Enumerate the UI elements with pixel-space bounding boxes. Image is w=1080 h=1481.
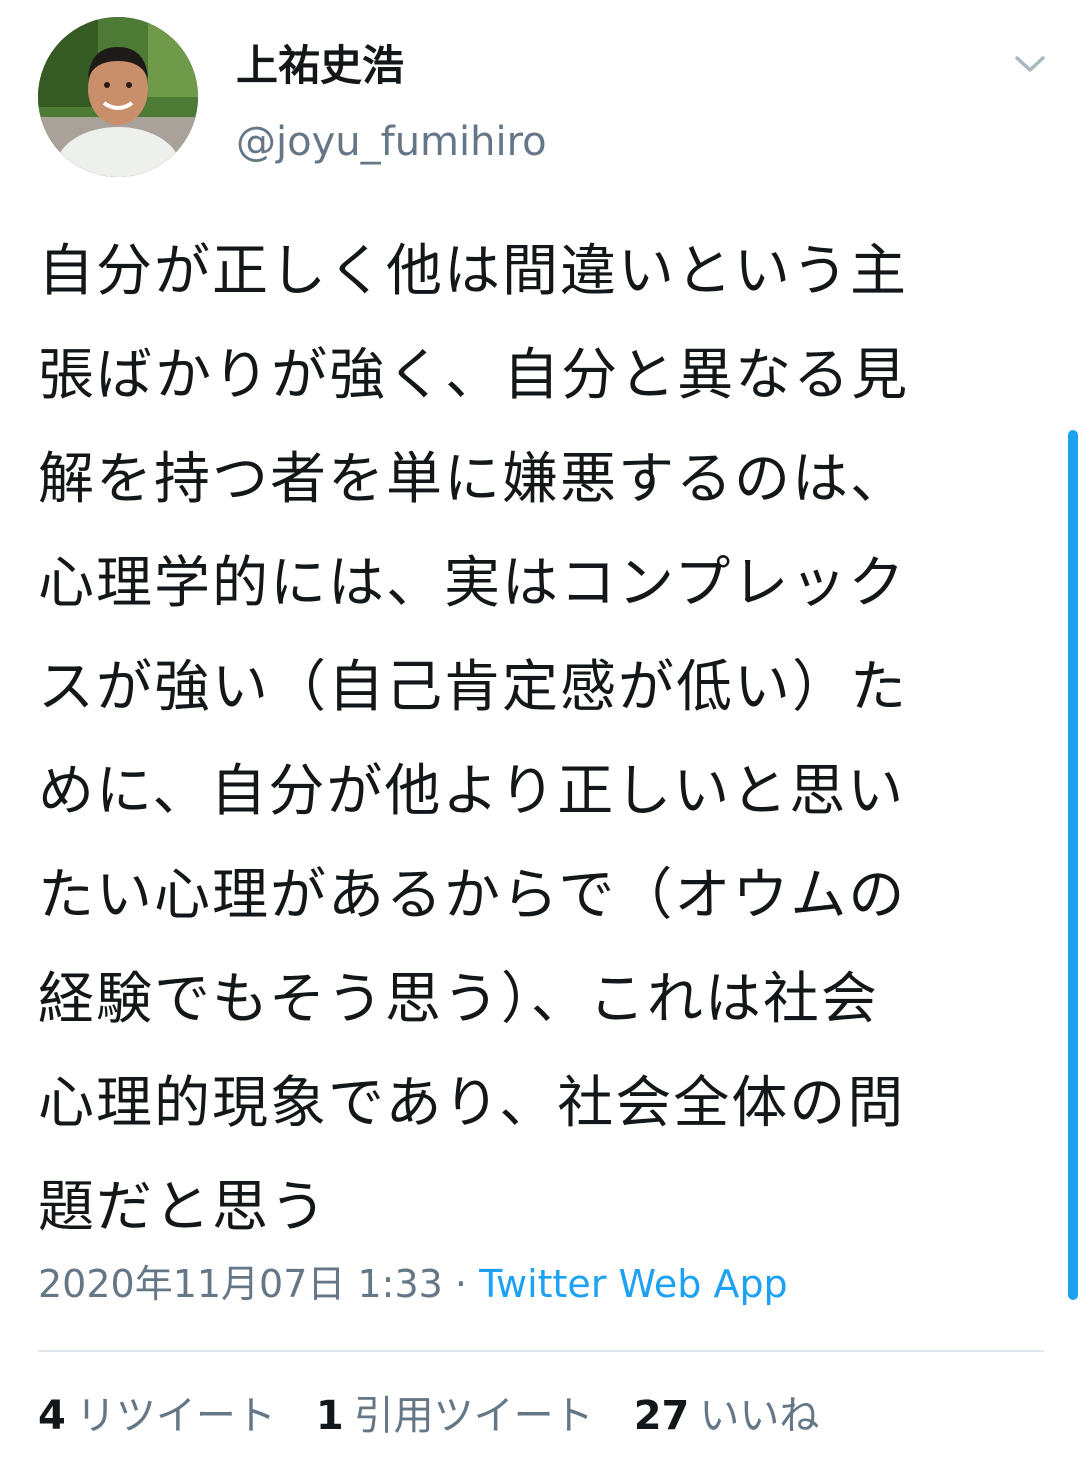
- retweets-label: リツイート: [75, 1393, 276, 1439]
- retweets-stat[interactable]: 4 リツイート: [38, 1390, 276, 1442]
- quotes-stat[interactable]: 1 引用ツイート: [316, 1390, 594, 1442]
- quotes-count: 1: [315, 1393, 344, 1439]
- tweet-meta: 2020年11月07日 1:33 · Twitter Web App: [38, 1258, 788, 1310]
- retweets-count: 4: [38, 1393, 66, 1439]
- user-handle[interactable]: @joyu_fumihiro: [236, 117, 547, 167]
- display-name[interactable]: 上祐史浩: [236, 40, 404, 92]
- tweet-text: 自分が正しく他は間違いという主 張ばかりが強く、自分と異なる見 解を持つ者を単に…: [38, 239, 910, 1240]
- tweet-card: 上祐史浩 @joyu_fumihiro 自分が正しく他は間違いという主 張ばかり…: [0, 0, 1080, 1481]
- scrollbar[interactable]: [1068, 430, 1078, 1300]
- meta-separator: ·: [442, 1262, 480, 1306]
- avatar-photo: [38, 17, 198, 177]
- likes-count: 27: [633, 1393, 690, 1439]
- likes-label: いいね: [699, 1393, 820, 1439]
- chevron-down-icon: [1015, 56, 1045, 72]
- avatar[interactable]: [38, 17, 198, 177]
- divider: [38, 1350, 1044, 1352]
- likes-stat[interactable]: 27 いいね: [634, 1390, 820, 1442]
- more-options-button[interactable]: [1008, 44, 1052, 84]
- quotes-label: 引用ツイート: [353, 1393, 594, 1439]
- tweet-timestamp[interactable]: 2020年11月07日 1:33: [38, 1262, 443, 1306]
- tweet-stats: 4 リツイート 1 引用ツイート 27 いいね: [38, 1390, 819, 1442]
- tweet-source-link[interactable]: Twitter Web App: [479, 1262, 788, 1306]
